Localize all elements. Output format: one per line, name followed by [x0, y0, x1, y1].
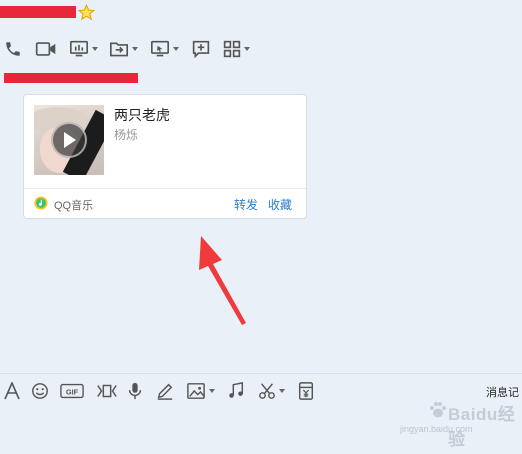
scissors-icon — [259, 383, 275, 399]
image-button[interactable] — [186, 379, 215, 403]
font-button[interactable] — [4, 379, 20, 403]
qq-music-icon — [34, 196, 48, 210]
doodle-button[interactable] — [156, 379, 174, 403]
screen-share-icon — [151, 40, 169, 57]
screenshot-icon — [97, 384, 117, 398]
image-icon — [187, 383, 205, 399]
chevron-down-icon — [279, 389, 285, 393]
gif-button[interactable]: GIF — [60, 379, 84, 403]
video-call-icon — [35, 42, 56, 56]
red-packet-icon — [298, 382, 314, 400]
card-footer: QQ音乐 转发 收藏 — [24, 189, 306, 219]
music-share-card[interactable]: 两只老虎 杨烁 QQ音乐 转发 收藏 — [23, 94, 307, 219]
chevron-down-icon — [92, 47, 98, 51]
smiley-icon — [32, 383, 48, 399]
play-icon — [64, 132, 76, 148]
chevron-down-icon — [244, 47, 250, 51]
chat-header — [0, 0, 522, 30]
more-apps-button[interactable] — [223, 36, 250, 62]
chevron-down-icon — [132, 47, 138, 51]
forward-link[interactable]: 转发 — [234, 196, 258, 213]
redacted-contact-title — [0, 6, 76, 18]
album-cover[interactable] — [34, 105, 104, 175]
red-packet-button[interactable] — [298, 379, 314, 403]
screen-capture-button[interactable] — [258, 379, 285, 403]
favorite-link[interactable]: 收藏 — [268, 196, 292, 213]
baidu-watermark: Baidu经验 jingyan.baidu.com — [386, 394, 516, 449]
add-app-icon — [192, 40, 210, 58]
add-app-button[interactable] — [191, 36, 211, 62]
pencil-icon — [157, 383, 173, 400]
phone-icon — [6, 42, 20, 56]
file-transfer-button[interactable] — [109, 36, 138, 62]
emoji-button[interactable] — [31, 379, 49, 403]
remote-assist-button[interactable] — [69, 36, 98, 62]
star-icon[interactable] — [78, 4, 95, 21]
screenshot-button[interactable] — [96, 379, 118, 403]
file-transfer-icon — [110, 42, 128, 57]
watermark-url: jingyan.baidu.com — [400, 424, 473, 434]
play-button[interactable] — [51, 122, 87, 158]
gif-icon: GIF — [60, 383, 84, 399]
input-divider — [0, 373, 522, 374]
music-note-icon — [229, 382, 244, 398]
video-call-button[interactable] — [35, 36, 57, 62]
screen-share-button[interactable] — [150, 36, 179, 62]
svg-text:GIF: GIF — [66, 388, 79, 397]
redacted-sender-name — [4, 73, 138, 83]
music-button[interactable] — [227, 379, 245, 403]
chevron-down-icon — [209, 389, 215, 393]
paw-icon — [430, 402, 446, 418]
more-apps-icon — [223, 40, 241, 58]
song-artist: 杨烁 — [114, 128, 139, 142]
voice-call-button[interactable] — [4, 36, 22, 62]
song-title[interactable]: 两只老虎 — [114, 105, 170, 125]
font-icon — [4, 382, 20, 400]
microphone-icon — [128, 382, 142, 400]
chat-toolbar — [0, 36, 522, 62]
source-label: QQ音乐 — [54, 200, 94, 212]
remote-assist-icon — [70, 40, 88, 57]
voice-message-button[interactable] — [127, 379, 143, 403]
chevron-down-icon — [173, 47, 179, 51]
